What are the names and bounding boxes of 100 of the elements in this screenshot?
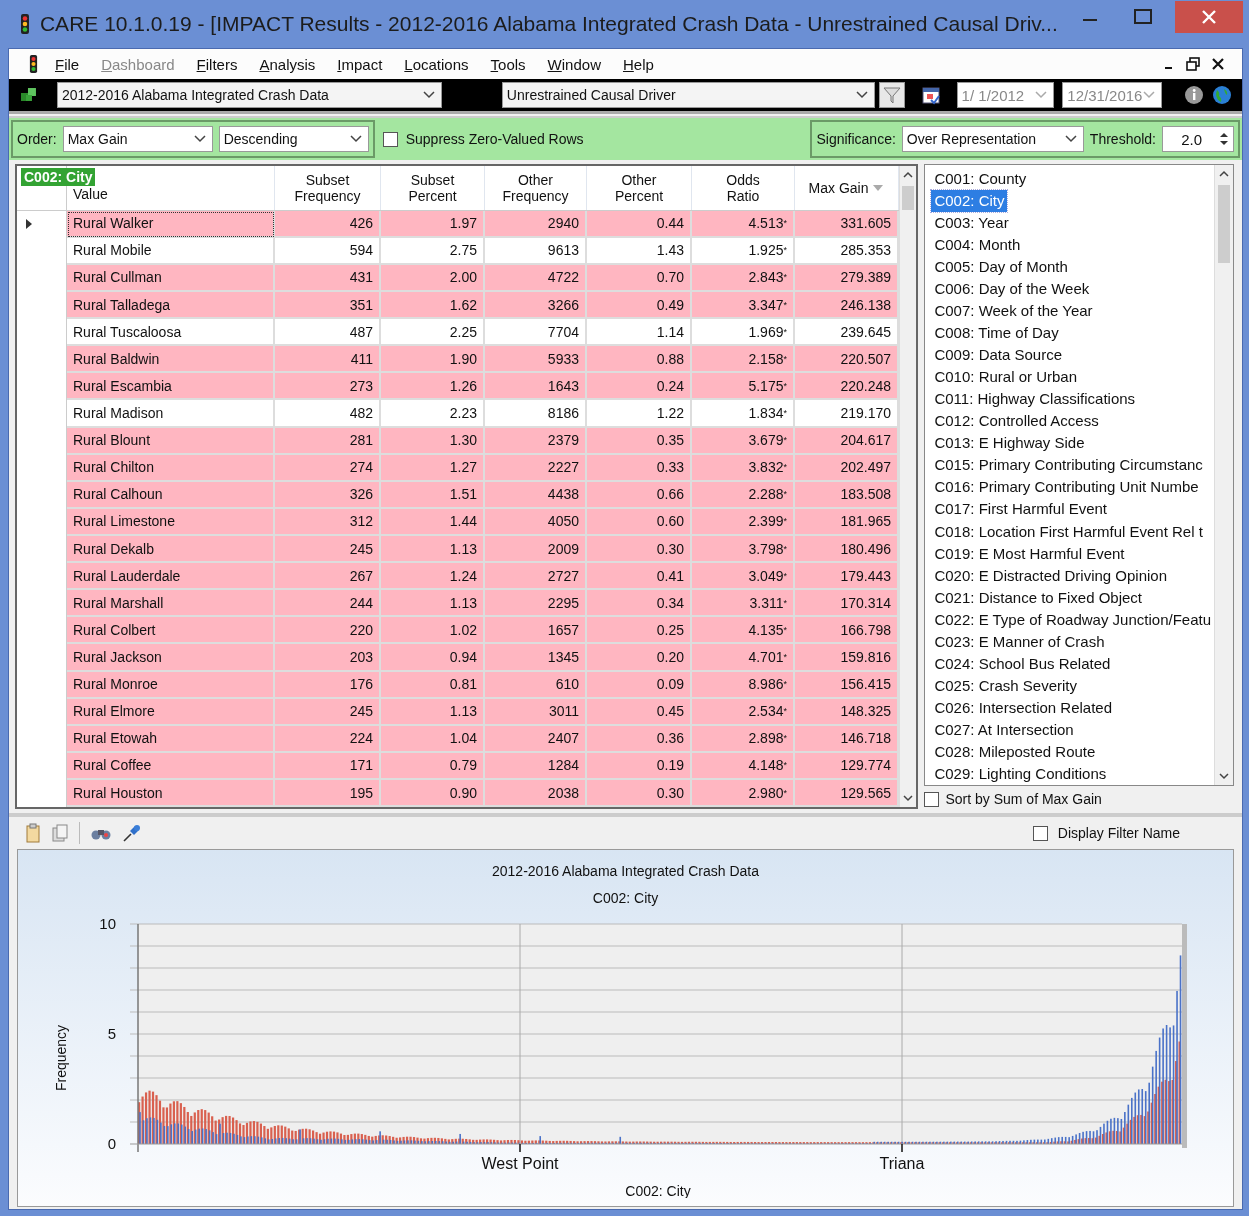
- table-cell: 0.45: [587, 698, 692, 726]
- table-cell: 331.605: [795, 210, 899, 238]
- attribute-item[interactable]: C012: Controlled Access: [931, 410, 1102, 433]
- attribute-item[interactable]: C021: Distance to Fixed Object: [931, 586, 1146, 609]
- scroll-thumb[interactable]: [1218, 185, 1230, 263]
- attribute-item[interactable]: C004: Month: [931, 234, 1024, 257]
- copy-icon[interactable]: [51, 823, 69, 843]
- menu-item[interactable]: Analysis: [248, 55, 327, 73]
- table-cell: 1.44: [381, 508, 485, 536]
- attribute-item[interactable]: C018: Location First Harmful Event Rel t: [931, 520, 1206, 543]
- column-header[interactable]: Subset Frequency: [275, 166, 381, 210]
- scrollbar[interactable]: [899, 166, 917, 807]
- clipboard-icon[interactable]: [25, 823, 41, 843]
- table-cell: Rural Jackson: [67, 644, 275, 672]
- column-header[interactable]: Subset Percent: [381, 166, 485, 210]
- table-cell: Rural Cullman: [67, 264, 275, 292]
- attribute-item[interactable]: C020: E Distracted Driving Opinion: [931, 564, 1171, 587]
- checkbox[interactable]: [1032, 825, 1048, 841]
- attribute-item[interactable]: C028: Mileposted Route: [931, 740, 1099, 763]
- table-cell: 1.13: [381, 536, 485, 564]
- start-date-field[interactable]: 1/ 1/2012: [956, 82, 1055, 108]
- table-cell: 2.399$^{*}$: [692, 508, 795, 536]
- menu-item[interactable]: Window: [536, 55, 612, 73]
- table-cell: Rural Houston: [67, 780, 275, 807]
- menu-item[interactable]: Impact: [326, 55, 394, 73]
- attribute-item[interactable]: C011: Highway Classifications: [931, 388, 1139, 411]
- attribute-item[interactable]: C008: Time of Day: [931, 322, 1062, 345]
- calendar-icon[interactable]: [920, 85, 941, 105]
- chevron-down-icon[interactable]: [855, 91, 868, 99]
- end-date-field[interactable]: 12/31/2016: [1062, 82, 1163, 108]
- sort-by-sum-label: Sort by Sum of Max Gain: [945, 791, 1102, 807]
- scroll-up-icon[interactable]: [1218, 169, 1230, 179]
- table-cell: 244: [275, 590, 381, 618]
- attribute-item[interactable]: C015: Primary Contributing Circumstanc: [931, 454, 1206, 477]
- attribute-item[interactable]: C003: Year: [931, 212, 1012, 235]
- menu-item[interactable]: Help: [611, 55, 665, 73]
- checkbox[interactable]: [924, 791, 940, 807]
- table-cell: 3011: [485, 698, 587, 726]
- order-dropdown[interactable]: Max Gain: [62, 126, 213, 152]
- filter-dropdown[interactable]: Unrestrained Causal Driver: [501, 82, 875, 108]
- chevron-down-icon[interactable]: [1064, 135, 1077, 143]
- threshold-spinner[interactable]: 2.0: [1162, 126, 1234, 152]
- chevron-down-icon[interactable]: [193, 135, 206, 143]
- table-cell: 8186: [485, 400, 587, 428]
- maximize-icon[interactable]: [1134, 9, 1153, 25]
- attribute-item[interactable]: C010: Rural or Urban: [931, 366, 1080, 389]
- x-axis-label: C002: City: [625, 1183, 691, 1198]
- close-icon[interactable]: [1212, 58, 1224, 70]
- table-cell: 0.81: [381, 671, 485, 699]
- sort-descending-icon[interactable]: [872, 183, 885, 192]
- chevron-down-icon[interactable]: [422, 91, 435, 99]
- attribute-item[interactable]: C019: E Most Harmful Event: [931, 542, 1128, 565]
- table-cell: 146.718: [795, 725, 899, 753]
- scroll-down-icon[interactable]: [1218, 771, 1230, 781]
- scroll-up-icon[interactable]: [902, 170, 915, 180]
- table-cell: 2295: [485, 590, 587, 618]
- attribute-item[interactable]: C029: Lighting Conditions: [931, 762, 1110, 785]
- column-header[interactable]: Other Percent: [587, 166, 692, 210]
- significance-dropdown[interactable]: Over Representation: [901, 126, 1084, 152]
- scroll-thumb[interactable]: [902, 186, 915, 210]
- restore-icon[interactable]: [1186, 57, 1200, 71]
- chevron-down-icon[interactable]: [349, 135, 362, 143]
- info-icon[interactable]: [1184, 85, 1205, 105]
- cubes-icon[interactable]: [19, 86, 39, 104]
- direction-dropdown[interactable]: Descending: [218, 126, 369, 152]
- attribute-item[interactable]: C009: Data Source: [931, 344, 1065, 367]
- attribute-item[interactable]: C026: Intersection Related: [931, 696, 1116, 719]
- attribute-item[interactable]: C027: At Intersection: [931, 718, 1077, 741]
- menu-item[interactable]: Locations: [393, 55, 480, 73]
- table-cell: 312: [275, 508, 381, 536]
- menu-item[interactable]: Filters: [185, 55, 249, 73]
- table-cell: 3266: [485, 292, 587, 320]
- checkbox[interactable]: [382, 131, 398, 147]
- menu-item[interactable]: Tools: [479, 55, 537, 73]
- attribute-item[interactable]: C005: Day of Month: [931, 256, 1071, 279]
- table-cell: 1.02: [381, 617, 485, 645]
- attribute-item[interactable]: C016: Primary Contributing Unit Numbe: [931, 476, 1202, 499]
- attribute-item[interactable]: C017: First Harmful Event: [931, 498, 1110, 521]
- attribute-item[interactable]: C007: Week of the Year: [931, 300, 1096, 323]
- scrollbar[interactable]: [1214, 165, 1233, 785]
- attribute-item[interactable]: C013: E Highway Side: [931, 432, 1088, 455]
- pin-icon[interactable]: [122, 823, 142, 843]
- globe-icon[interactable]: [1212, 85, 1232, 105]
- attribute-item[interactable]: C025: Crash Severity: [931, 674, 1080, 697]
- column-header[interactable]: Odds Ratio: [692, 166, 795, 210]
- table-cell: 5933: [485, 346, 587, 374]
- column-header[interactable]: Other Frequency: [485, 166, 587, 210]
- attribute-item[interactable]: C022: E Type of Roadway Junction/Featu: [931, 608, 1214, 631]
- table-cell: 0.70: [587, 264, 692, 292]
- attribute-item[interactable]: C002: City: [931, 190, 1008, 213]
- attribute-item[interactable]: C024: School Bus Related: [931, 652, 1114, 675]
- table-cell: 431: [275, 264, 381, 292]
- attribute-item[interactable]: C006: Day of the Week: [931, 278, 1093, 301]
- close-button[interactable]: [1175, 1, 1243, 33]
- scroll-down-icon[interactable]: [902, 793, 915, 803]
- attribute-item[interactable]: C023: E Manner of Crash: [931, 630, 1108, 653]
- dataset-dropdown[interactable]: 2012-2016 Alabama Integrated Crash Data: [56, 82, 442, 108]
- menu-item[interactable]: File: [44, 55, 91, 73]
- traffic-light-icon: [20, 14, 30, 34]
- attribute-item[interactable]: C001: County: [931, 168, 1030, 191]
